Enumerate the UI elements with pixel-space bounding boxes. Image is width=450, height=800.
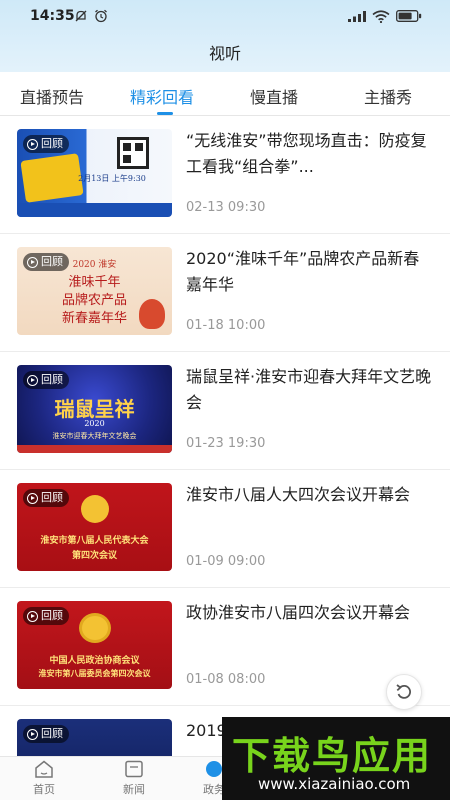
tab-bar: 直播预告 精彩回看 慢直播 主播秀 — [0, 72, 450, 116]
thumbnail-caption: 淮安市第八届人民代表大会 — [40, 536, 149, 546]
status-bar: 14:35 — [0, 0, 450, 32]
tab-highlights-replay[interactable]: 精彩回看 — [130, 84, 194, 108]
tab-slow-live[interactable]: 慢直播 — [250, 84, 298, 108]
active-tab-indicator — [157, 112, 173, 115]
battery-icon — [396, 10, 422, 22]
qr-code-icon — [117, 137, 149, 169]
alarm-icon — [95, 9, 107, 23]
item-title: “无线淮安”带您现场直击：防疫复工看我“组合拳”... — [186, 131, 427, 176]
national-emblem-icon — [81, 495, 109, 523]
watermark-logo-text: 下载鸟应用 — [232, 734, 433, 778]
watermark-url: www.xiazainiao.com — [258, 775, 411, 793]
replay-badge: 回顾 — [23, 489, 69, 507]
video-thumbnail[interactable]: 回顾 — [17, 719, 172, 756]
thumbnail-footer-bar — [17, 203, 172, 217]
item-time: 01-18 10:00 — [186, 318, 266, 333]
thumbnail-caption: 2月13日 上午9:30 — [78, 174, 146, 183]
item-time: 02-13 09:30 — [186, 200, 266, 215]
status-time: 14:35 — [30, 8, 75, 24]
tab-live-preview[interactable]: 直播预告 — [20, 84, 84, 108]
thumbnail-caption: 中国人民政治协商会议 — [49, 656, 140, 666]
home-icon — [35, 760, 53, 778]
list-item[interactable]: 淮安市第八届人民代表大会 第四次会议 回顾 淮安市八届人大四次会议开幕会 01-… — [0, 470, 450, 588]
list-item[interactable]: 瑞鼠呈祥 2020 淮安市迎春大拜年文艺晚会 回顾 瑞鼠呈祥·淮安市迎春大拜年文… — [0, 352, 450, 470]
thumbnail-caption: 2020 — [84, 419, 105, 428]
app-header: 14:35 视听 — [0, 0, 450, 72]
item-title: 2020“淮味千年”品牌农产品新春嘉年华 — [186, 249, 420, 294]
thumbnail-caption: 第四次会议 — [71, 551, 117, 561]
signal-icon — [348, 11, 366, 22]
list-item[interactable]: 2020 淮安 淮味千年 品牌农产品 新春嘉年华 回顾 2020“淮味千年”品牌… — [0, 234, 450, 352]
item-title: 瑞鼠呈祥·淮安市迎春大拜年文艺晚会 — [186, 367, 432, 412]
item-title: 政协淮安市八届四次会议开幕会 — [186, 603, 411, 622]
list-item[interactable]: 2月13日 上午9:30 回顾 “无线淮安”带您现场直击：防疫复工看我“组合拳”… — [0, 116, 450, 234]
replay-icon — [27, 256, 38, 268]
video-thumbnail[interactable]: 淮安市第八届人民代表大会 第四次会议 回顾 — [17, 483, 172, 571]
nav-label: 首页 — [33, 783, 55, 796]
item-time: 01-08 08:00 — [186, 672, 266, 687]
mascot-graphic — [139, 299, 165, 329]
thumbnail-caption: 淮味千年 — [68, 275, 121, 290]
video-thumbnail[interactable]: 2020 淮安 淮味千年 品牌农产品 新春嘉年华 回顾 — [17, 247, 172, 335]
nav-label: 新闻 — [123, 783, 145, 796]
nav-home[interactable]: 首页 — [14, 759, 74, 797]
replay-badge: 回顾 — [23, 135, 69, 153]
video-thumbnail[interactable]: 中国人民政治协商会议 淮安市第八届委员会第四次会议 回顾 — [17, 601, 172, 689]
replay-list: 2月13日 上午9:30 回顾 “无线淮安”带您现场直击：防疫复工看我“组合拳”… — [0, 116, 450, 756]
item-title: 淮安市八届人大四次会议开幕会 — [186, 485, 411, 504]
video-thumbnail[interactable]: 2月13日 上午9:30 回顾 — [17, 129, 172, 217]
site-watermark: 下载鸟应用 www.xiazainiao.com — [222, 717, 450, 800]
page-title: 视听 — [208, 44, 241, 63]
replay-icon — [27, 728, 38, 740]
replay-icon — [27, 610, 38, 622]
replay-icon — [27, 374, 38, 386]
video-thumbnail[interactable]: 瑞鼠呈祥 2020 淮安市迎春大拜年文艺晚会 回顾 — [17, 365, 172, 453]
refresh-icon — [396, 684, 411, 699]
replay-badge: 回顾 — [23, 725, 69, 743]
nav-news[interactable]: 新闻 — [104, 759, 164, 797]
thumbnail-caption: 淮安市第八届委员会第四次会议 — [38, 668, 151, 678]
replay-icon — [27, 492, 38, 504]
item-time: 01-23 19:30 — [186, 436, 266, 451]
replay-badge: 回顾 — [23, 607, 69, 625]
replay-icon — [27, 138, 38, 150]
tab-anchor-show[interactable]: 主播秀 — [364, 84, 412, 108]
cppcc-emblem-icon — [79, 613, 111, 643]
news-icon — [125, 760, 143, 778]
thumbnail-caption: 瑞鼠呈祥 — [54, 397, 135, 421]
replay-badge: 回顾 — [23, 371, 69, 389]
list-item[interactable]: 中国人民政治协商会议 淮安市第八届委员会第四次会议 回顾 政协淮安市八届四次会议… — [0, 588, 450, 706]
thumbnail-caption: 淮安市迎春大拜年文艺晚会 — [52, 432, 137, 440]
thumbnail-footer-bar — [17, 445, 172, 453]
replay-badge: 回顾 — [23, 253, 69, 271]
refresh-button[interactable] — [386, 674, 422, 710]
mute-icon — [75, 10, 87, 22]
wifi-icon — [372, 10, 390, 23]
item-time: 01-09 09:00 — [186, 554, 266, 569]
